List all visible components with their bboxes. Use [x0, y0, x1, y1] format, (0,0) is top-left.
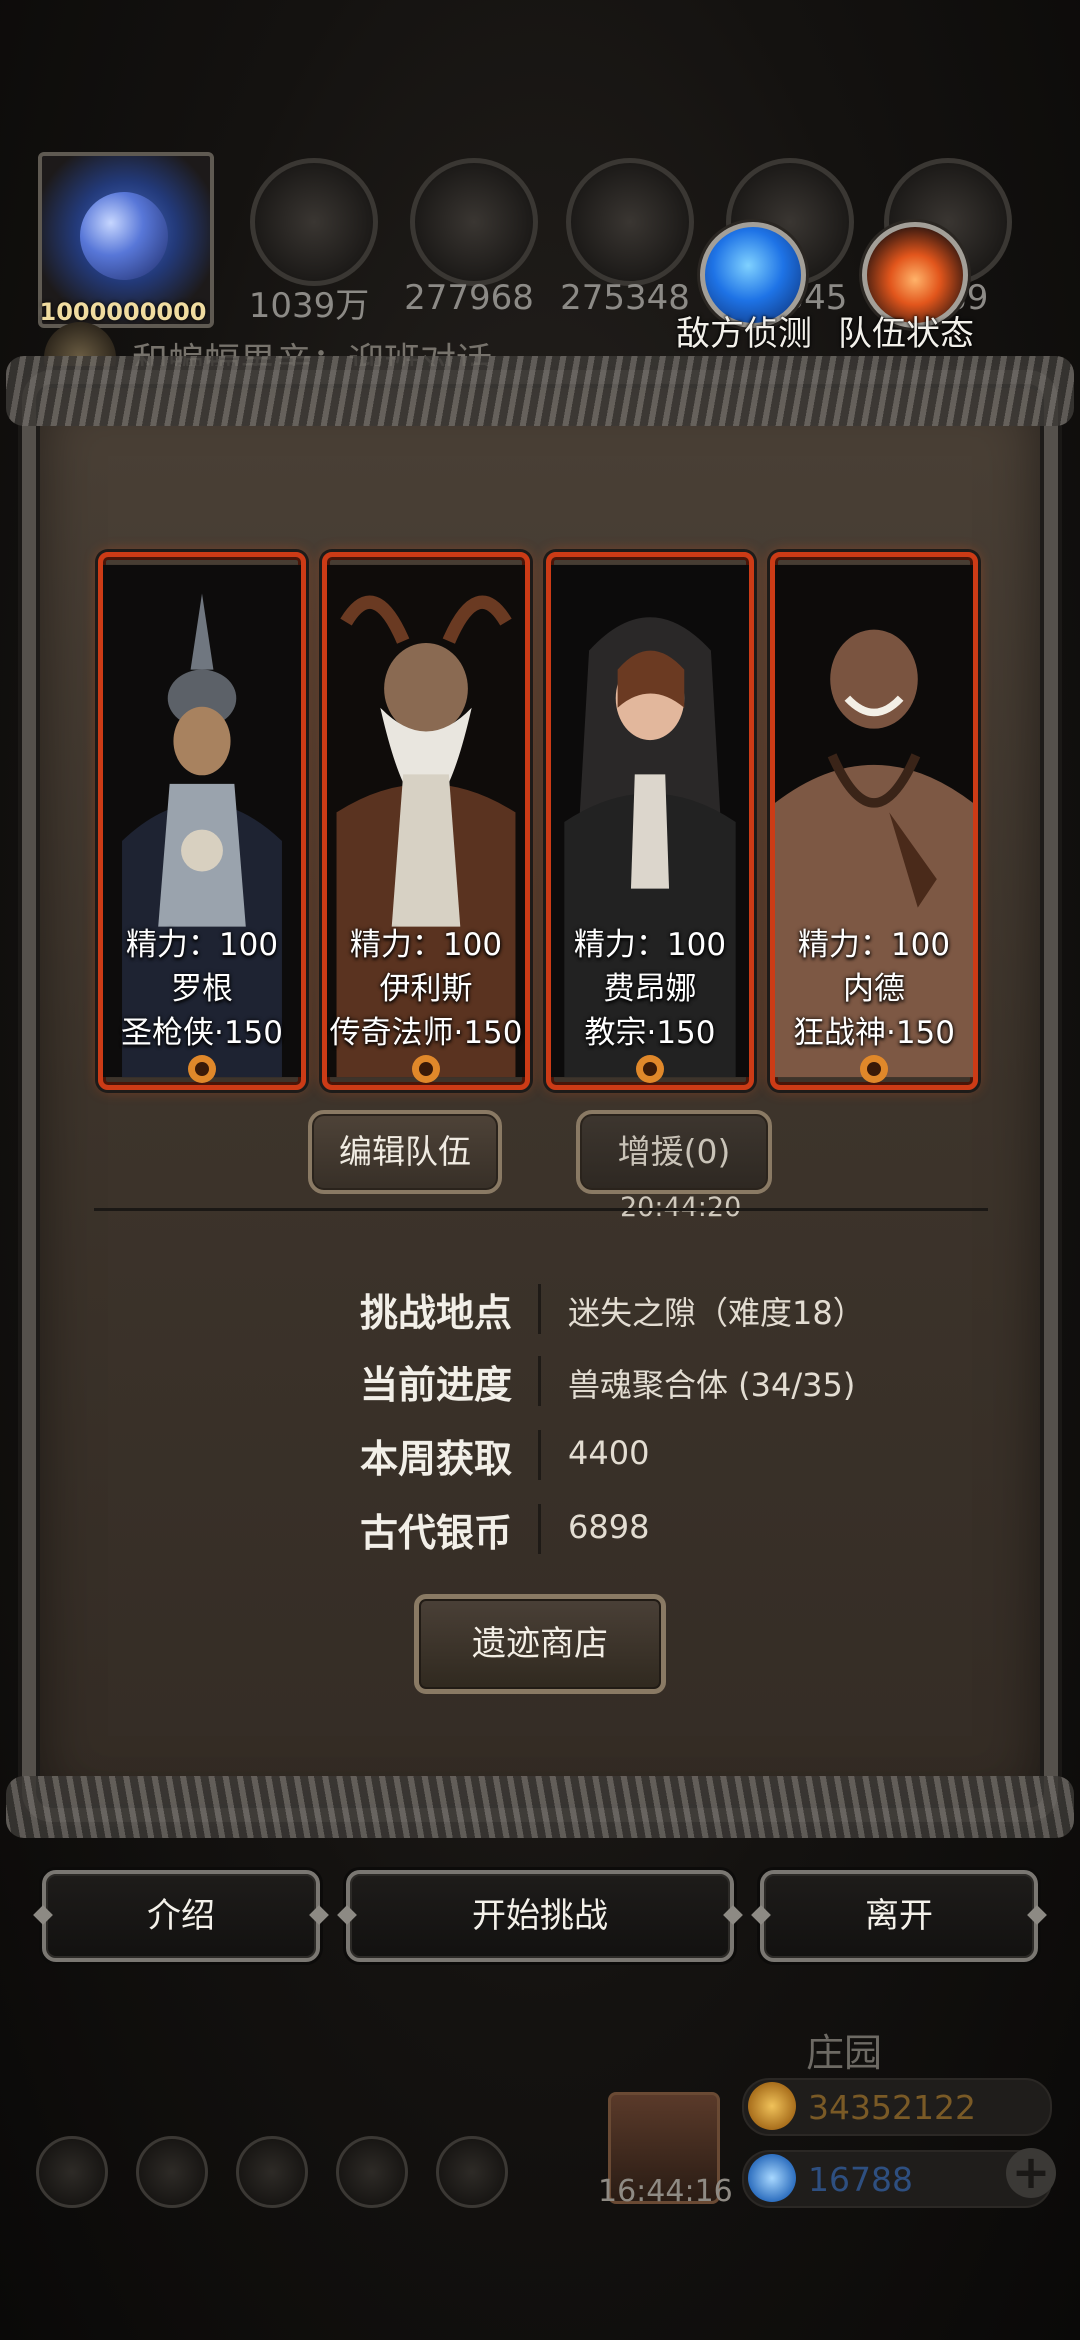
iron-icon[interactable]	[566, 158, 694, 286]
gold-value: 34352122	[808, 2088, 976, 2127]
avatar-value: 1000000000	[39, 298, 207, 326]
gold-row: 34352122	[742, 2078, 1052, 2136]
hero-energy: 精力：100	[125, 927, 279, 963]
hero-emblem-icon	[636, 1055, 664, 1083]
hero-name: 内德	[843, 971, 905, 1007]
enemy-scout-label: 敌方侦测	[676, 314, 812, 354]
hero-card-4[interactable]: 精力：100 内德 狂战神·150	[770, 552, 978, 1090]
team-status-label: 队伍状态	[838, 314, 974, 354]
info-separator	[538, 1356, 541, 1406]
gift-timer: 16:44:16	[598, 2174, 733, 2209]
dialog-divider	[94, 1208, 988, 1211]
book-icon[interactable]	[236, 2136, 308, 2208]
coins-label: 古代银币	[359, 1511, 512, 1555]
location-value: 迷失之隙（难度18）	[568, 1294, 865, 1332]
resource-value: 277968	[404, 278, 534, 318]
settings-icon[interactable]	[36, 2136, 108, 2208]
hero-energy: 精力：100	[573, 927, 727, 963]
hero-card-2[interactable]: 精力：100 伊利斯 传奇法师·150	[322, 552, 530, 1090]
info-separator	[538, 1504, 541, 1554]
hero-emblem-icon	[188, 1055, 216, 1083]
carrot-icon[interactable]	[250, 158, 378, 286]
gold-coin-icon	[748, 2082, 796, 2130]
bag-icon[interactable]	[436, 2136, 508, 2208]
achievement-icon[interactable]	[136, 2136, 208, 2208]
hero-class-level: 传奇法师·150	[329, 1015, 523, 1051]
start-challenge-button[interactable]: 开始挑战	[346, 1870, 734, 1962]
gem-row: 16788	[742, 2150, 1052, 2208]
info-separator	[538, 1284, 541, 1334]
wood-icon[interactable]	[410, 158, 538, 286]
add-currency-button[interactable]: +	[1006, 2148, 1056, 2198]
gem-icon	[748, 2154, 796, 2202]
leave-button[interactable]: 离开	[760, 1870, 1038, 1962]
hero-emblem-icon	[412, 1055, 440, 1083]
hero-class-level: 狂战神·150	[792, 1015, 956, 1051]
mail-icon[interactable]	[336, 2136, 408, 2208]
relic-shop-button[interactable]: 遗迹商店	[414, 1594, 666, 1694]
coins-value: 6898	[568, 1508, 650, 1546]
avatar-orb-icon	[80, 192, 168, 280]
manor-label[interactable]: 庄园	[806, 2022, 882, 2077]
hero-class-level: 圣枪侠·150	[120, 1015, 284, 1051]
weekly-value: 4400	[568, 1434, 650, 1472]
hero-class-level: 教宗·150	[584, 1015, 716, 1051]
info-separator	[538, 1430, 541, 1480]
hero-emblem-icon	[860, 1055, 888, 1083]
intro-button[interactable]: 介绍	[42, 1870, 320, 1962]
edit-team-button[interactable]: 编辑队伍	[308, 1110, 502, 1194]
progress-value: 兽魂聚合体 (34/35)	[568, 1366, 856, 1404]
hero-energy: 精力：100	[797, 927, 951, 963]
hero-name: 罗根	[171, 971, 233, 1007]
progress-label: 当前进度	[359, 1363, 512, 1407]
hero-card-3[interactable]: 精力：100 费昂娜 教宗·150	[546, 552, 754, 1090]
hero-name: 伊利斯	[379, 971, 473, 1007]
weekly-label: 本周获取	[359, 1437, 512, 1481]
resource-value: 1039万	[248, 286, 370, 326]
hero-energy: 精力：100	[349, 927, 503, 963]
location-label: 挑战地点	[359, 1291, 512, 1335]
reinforce-button[interactable]: 增援(0)	[576, 1110, 772, 1194]
hero-name: 费昂娜	[603, 971, 697, 1007]
gem-value: 16788	[808, 2160, 913, 2199]
hero-card-1[interactable]: 精力：100 罗根 圣枪侠·150	[98, 552, 306, 1090]
